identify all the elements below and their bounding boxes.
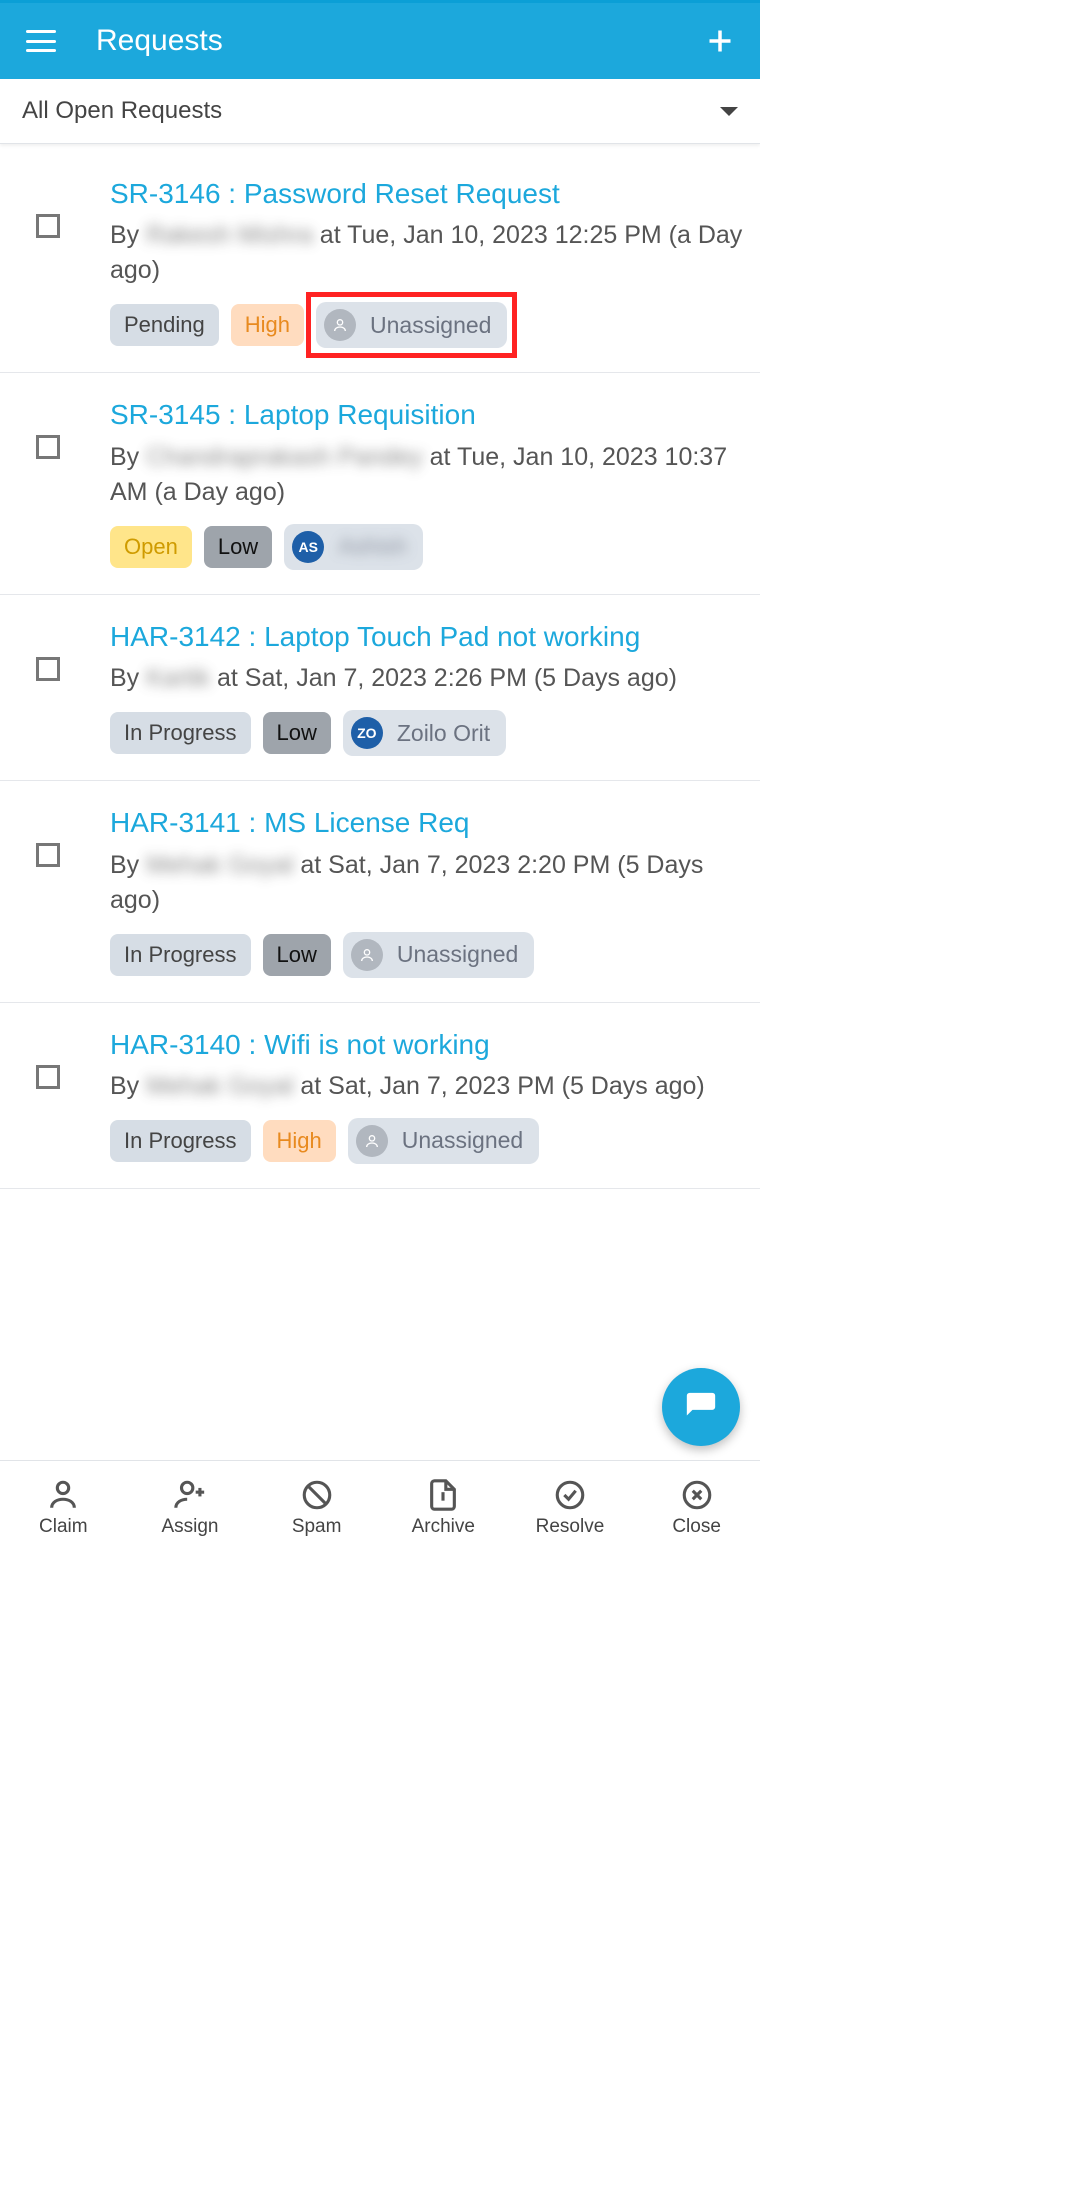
- archive-action[interactable]: Archive: [388, 1478, 498, 1538]
- assignee-chip[interactable]: Unassigned: [343, 932, 534, 978]
- request-row[interactable]: HAR-3142 : Laptop Touch Pad not working B…: [0, 595, 760, 781]
- assignee-chip[interactable]: ZO Zoilo Orit: [343, 710, 506, 756]
- priority-chip: High: [231, 304, 304, 346]
- request-row[interactable]: HAR-3140 : Wifi is not working By Mehak G…: [0, 1003, 760, 1189]
- person-icon: [324, 309, 356, 341]
- status-chip: Pending: [110, 304, 219, 346]
- byline: By Rakesh Mishra at Tue, Jan 10, 2023 12…: [110, 218, 750, 288]
- assign-action[interactable]: Assign: [135, 1478, 245, 1538]
- close-label: Close: [672, 1516, 721, 1538]
- status-chip: In Progress: [110, 712, 251, 754]
- request-row[interactable]: SR-3146 : Password Reset Request By Rakes…: [0, 144, 760, 373]
- row-checkbox[interactable]: [36, 657, 60, 681]
- ticket-title[interactable]: HAR-3141 : MS License Req: [110, 805, 750, 841]
- hamburger-icon[interactable]: [26, 30, 56, 52]
- page-title: Requests: [96, 24, 706, 58]
- archive-label: Archive: [412, 1516, 475, 1538]
- assignee-name: Unassigned: [402, 1127, 523, 1154]
- chip-row: In Progress Low ZO Zoilo Orit: [110, 710, 750, 756]
- add-icon[interactable]: [706, 27, 734, 55]
- avatar-initials: AS: [292, 531, 324, 563]
- close-action[interactable]: Close: [642, 1478, 752, 1538]
- request-row[interactable]: HAR-3141 : MS License Req By Mehak Goyal …: [0, 781, 760, 1002]
- resolve-label: Resolve: [536, 1516, 605, 1538]
- filter-label: All Open Requests: [22, 97, 720, 125]
- claim-label: Claim: [39, 1516, 88, 1538]
- ticket-title[interactable]: HAR-3140 : Wifi is not working: [110, 1027, 750, 1063]
- status-chip: In Progress: [110, 934, 251, 976]
- row-checkbox[interactable]: [36, 214, 60, 238]
- assignee-name: Zoilo Orit: [397, 720, 490, 747]
- spam-label: Spam: [292, 1516, 342, 1538]
- byline: By Chandraprakash Pandey at Tue, Jan 10,…: [110, 440, 750, 510]
- priority-chip: Low: [204, 526, 272, 568]
- assign-label: Assign: [161, 1516, 218, 1538]
- assignee-name: Ashish: [338, 533, 407, 560]
- claim-action[interactable]: Claim: [8, 1478, 118, 1538]
- row-checkbox[interactable]: [36, 843, 60, 867]
- ticket-title[interactable]: HAR-3142 : Laptop Touch Pad not working: [110, 619, 750, 655]
- status-chip: Open: [110, 526, 192, 568]
- status-chip: In Progress: [110, 1120, 251, 1162]
- bottom-action-bar: Claim Assign Spam Archive Resolve Close: [0, 1460, 760, 1552]
- assignee-chip[interactable]: AS Ashish: [284, 524, 423, 570]
- priority-chip: Low: [263, 934, 331, 976]
- chat-fab[interactable]: [662, 1368, 740, 1446]
- row-checkbox[interactable]: [36, 1065, 60, 1089]
- chip-row: Open Low AS Ashish: [110, 524, 750, 570]
- byline: By Mehak Goyal at Sat, Jan 7, 2023 2:20 …: [110, 848, 750, 918]
- priority-chip: Low: [263, 712, 331, 754]
- ticket-title[interactable]: SR-3146 : Password Reset Request: [110, 176, 750, 212]
- filter-dropdown[interactable]: All Open Requests: [0, 79, 760, 144]
- app-bar: Requests: [0, 3, 760, 79]
- chip-row: In Progress Low Unassigned: [110, 932, 750, 978]
- request-list: SR-3146 : Password Reset Request By Rakes…: [0, 144, 760, 1189]
- avatar-initials: ZO: [351, 717, 383, 749]
- request-row[interactable]: SR-3145 : Laptop Requisition By Chandrapr…: [0, 373, 760, 594]
- chevron-down-icon: [720, 107, 738, 116]
- chip-row: In Progress High Unassigned: [110, 1118, 750, 1164]
- priority-chip: High: [263, 1120, 336, 1162]
- spam-action[interactable]: Spam: [262, 1478, 372, 1538]
- row-checkbox[interactable]: [36, 435, 60, 459]
- assignee-name: Unassigned: [397, 941, 518, 968]
- assignee-name: Unassigned: [370, 312, 491, 339]
- ticket-title[interactable]: SR-3145 : Laptop Requisition: [110, 397, 750, 433]
- assignee-chip[interactable]: Unassigned: [348, 1118, 539, 1164]
- resolve-action[interactable]: Resolve: [515, 1478, 625, 1538]
- byline: By Kartik at Sat, Jan 7, 2023 2:26 PM (5…: [110, 661, 750, 696]
- chip-row: Pending High Unassigned: [110, 302, 750, 348]
- byline: By Mehak Goyal at Sat, Jan 7, 2023 PM (5…: [110, 1069, 750, 1104]
- assignee-chip[interactable]: Unassigned: [316, 302, 507, 348]
- person-icon: [351, 939, 383, 971]
- person-icon: [356, 1125, 388, 1157]
